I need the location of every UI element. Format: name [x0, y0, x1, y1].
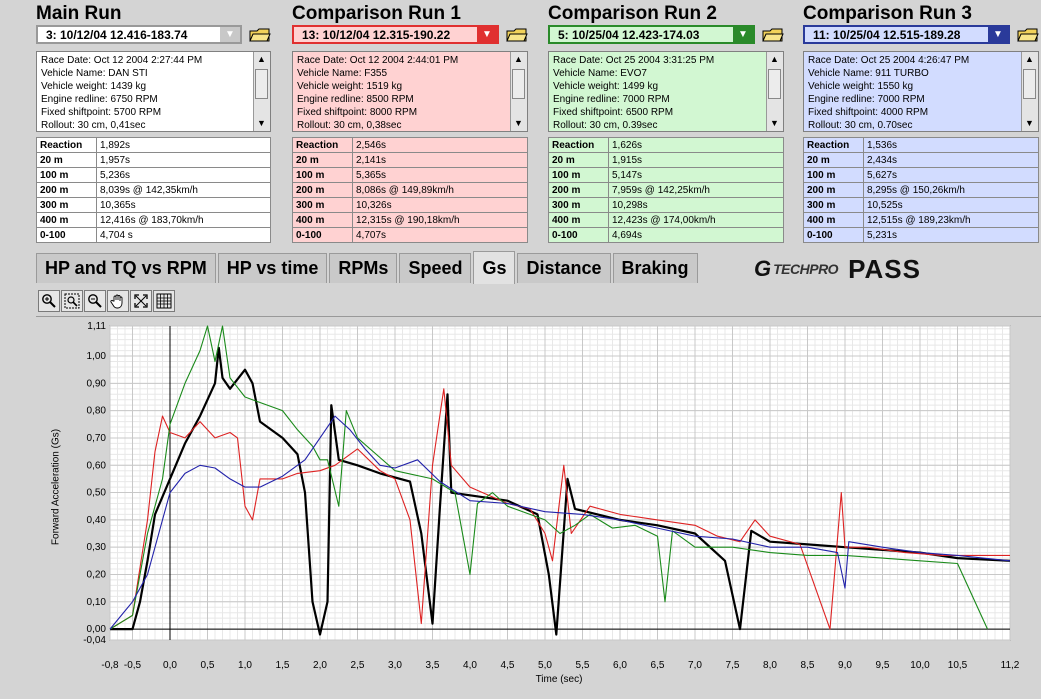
x-tick-label: 3,0 — [388, 660, 402, 671]
y-axis-label: Forward Acceleration (Gs) — [50, 428, 62, 546]
y-tick-label: 1,00 — [87, 351, 107, 362]
x-tick-label: 1,5 — [276, 660, 290, 671]
x-tick-label: 10,0 — [910, 660, 930, 671]
x-tick-label: 9,5 — [876, 660, 890, 671]
x-tick-label: 2,5 — [351, 660, 365, 671]
y-tick-label: 0,50 — [87, 488, 107, 499]
x-tick-label: 2,0 — [313, 660, 327, 671]
y-tick-label: 0,40 — [87, 515, 107, 526]
x-tick-label: 5,5 — [576, 660, 590, 671]
x-tick-label: -0,5 — [124, 660, 142, 671]
y-tick-label: 0,10 — [87, 597, 107, 608]
x-tick-label: 9,0 — [838, 660, 852, 671]
x-tick-label: 7,0 — [688, 660, 702, 671]
y-tick-label: 1,11 — [87, 321, 106, 332]
y-tick-label: 0,30 — [87, 542, 107, 553]
y-tick-label: -0,04 — [83, 635, 106, 646]
x-tick-label: 4,5 — [501, 660, 515, 671]
x-tick-label: 11,2 — [1001, 660, 1020, 671]
gs-chart[interactable]: -0,8 -0,5 0,0 0,5 1,0 1,5 2,0 2,5 3,0 3,5 4,0 4,5 5,… — [0, 0, 1041, 698]
x-tick-label: -0,8 — [101, 660, 119, 671]
x-tick-label: 6,5 — [651, 660, 665, 671]
y-tick-label: 0,60 — [87, 460, 107, 471]
y-tick-label: 0,20 — [87, 569, 107, 580]
x-tick-label: 8,5 — [801, 660, 815, 671]
x-tick-label: 5,0 — [538, 660, 552, 671]
y-tick-label: 0,70 — [87, 433, 107, 444]
y-tick-label: 0,80 — [87, 406, 107, 417]
x-axis-label: Time (sec) — [535, 674, 583, 685]
x-tick-label: 7,5 — [726, 660, 740, 671]
x-tick-label: 3,5 — [426, 660, 440, 671]
y-tick-label: 0,90 — [87, 378, 107, 389]
x-tick-label: 1,0 — [238, 660, 252, 671]
x-tick-label: 6,0 — [613, 660, 627, 671]
x-tick-label: 10,5 — [948, 660, 968, 671]
x-tick-label: 0,0 — [163, 660, 177, 671]
x-tick-label: 4,0 — [463, 660, 477, 671]
y-tick-label: 0,00 — [87, 624, 107, 635]
x-tick-label: 0,5 — [201, 660, 215, 671]
x-tick-label: 8,0 — [763, 660, 777, 671]
